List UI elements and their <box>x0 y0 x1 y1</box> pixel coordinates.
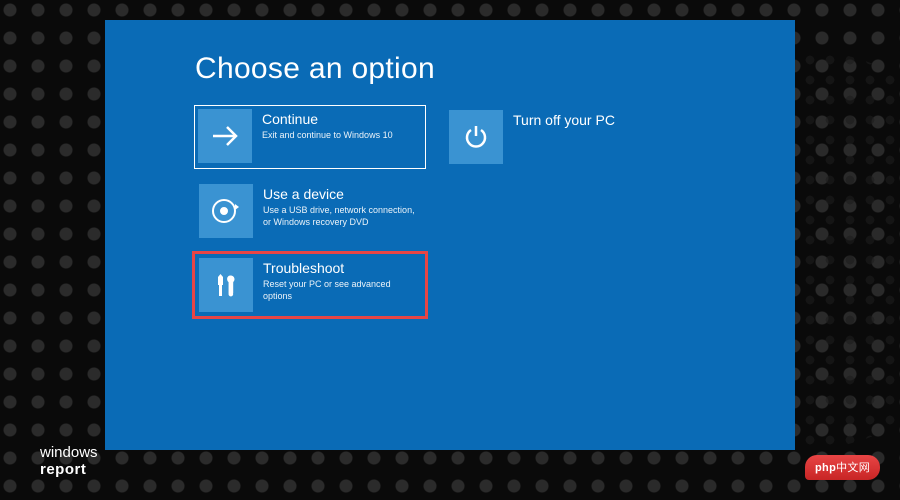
watermark-windows-report: windows report <box>40 445 98 478</box>
watermark-right-text: 中文网 <box>836 462 870 474</box>
option-turnoff-title: Turn off your PC <box>513 112 615 128</box>
option-troubleshoot[interactable]: Troubleshoot Reset your PC or see advanc… <box>195 254 425 316</box>
disc-icon <box>199 184 253 238</box>
options-grid: Continue Exit and continue to Windows 10… <box>195 106 705 316</box>
option-continue-desc: Exit and continue to Windows 10 <box>262 129 393 141</box>
watermark-line1: windows <box>40 445 98 462</box>
option-use-device[interactable]: Use a device Use a USB drive, network co… <box>195 180 425 242</box>
option-continue[interactable]: Continue Exit and continue to Windows 10 <box>195 106 425 168</box>
option-use-device-desc: Use a USB drive, network connection, or … <box>263 204 421 228</box>
arrow-right-icon <box>198 109 252 163</box>
option-continue-title: Continue <box>262 111 393 127</box>
option-turnoff[interactable]: Turn off your PC <box>445 106 675 168</box>
tools-icon <box>199 258 253 312</box>
page-title: Choose an option <box>195 52 705 86</box>
power-icon <box>449 110 503 164</box>
option-troubleshoot-desc: Reset your PC or see advanced options <box>263 278 421 302</box>
option-continue-text: Continue Exit and continue to Windows 10 <box>262 109 393 141</box>
recovery-environment-window: Choose an option Continue Exit and conti… <box>105 20 795 450</box>
option-use-device-title: Use a device <box>263 186 421 202</box>
option-troubleshoot-title: Troubleshoot <box>263 260 421 276</box>
watermark-line2: report <box>40 462 98 479</box>
option-use-device-text: Use a device Use a USB drive, network co… <box>263 184 421 228</box>
option-turnoff-text: Turn off your PC <box>513 110 615 130</box>
watermark-php-badge: php中文网 <box>805 455 880 480</box>
option-troubleshoot-text: Troubleshoot Reset your PC or see advanc… <box>263 258 421 302</box>
